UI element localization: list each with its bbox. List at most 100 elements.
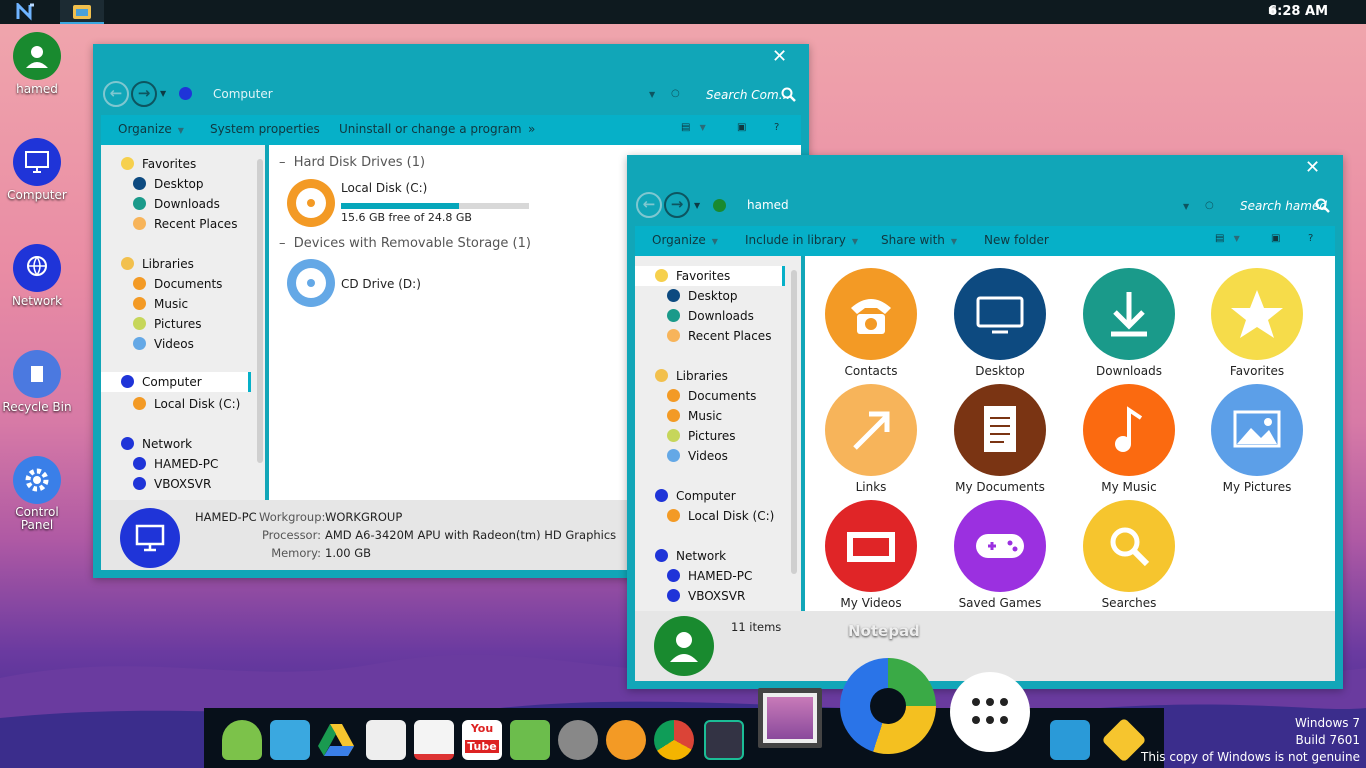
play-store-icon[interactable] (366, 720, 406, 760)
nav-videos[interactable]: Videos (667, 449, 728, 463)
drive-icon[interactable] (316, 720, 356, 760)
nav-libraries[interactable]: Libraries (121, 257, 194, 271)
folder-my-videos[interactable]: My Videos (811, 500, 931, 610)
nav-computer[interactable]: Computer (121, 375, 202, 389)
view-options-icon[interactable]: ▤ ▼ (681, 122, 706, 133)
preview-pane-icon[interactable]: ▣ (737, 122, 746, 133)
gmail-icon[interactable] (414, 720, 454, 760)
organize-menu[interactable]: Organize ▼ (652, 233, 718, 247)
youtube-icon[interactable]: You Tube (462, 720, 502, 760)
include-in-library-menu[interactable]: Include in library ▼ (745, 233, 858, 247)
nav-libraries[interactable]: Libraries (655, 369, 728, 383)
search-input[interactable]: Search Com... (706, 88, 790, 102)
nav-network[interactable]: Network (655, 549, 726, 563)
start-logo-icon[interactable] (16, 3, 36, 21)
drive-c-label[interactable]: Local Disk (C:) (341, 181, 427, 195)
help-icon[interactable]: ? (774, 122, 779, 133)
history-dropdown-icon[interactable]: ▼ (694, 201, 700, 210)
nav-vboxsvr[interactable]: VBOXSVR (133, 477, 211, 491)
quicknote-icon[interactable] (840, 658, 936, 754)
chrome-icon[interactable] (654, 720, 694, 760)
desktop-icon-user[interactable]: hamed (0, 32, 77, 96)
nav-vboxsvr[interactable]: VBOXSVR (667, 589, 745, 603)
android-icon[interactable] (222, 720, 262, 760)
nav-recent-places[interactable]: Recent Places (667, 329, 771, 343)
folder-my-documents[interactable]: My Documents (940, 384, 1060, 494)
headphones-icon[interactable] (606, 720, 646, 760)
desktop-icon-control-panel[interactable]: Control Panel (0, 456, 77, 532)
folder-searches[interactable]: Searches (1069, 500, 1189, 610)
address-bar[interactable]: hamed (747, 198, 789, 212)
back-button[interactable]: ← (636, 192, 662, 218)
nav-downloads[interactable]: Downloads (667, 309, 754, 323)
history-dropdown-icon[interactable]: ▼ (160, 89, 166, 98)
taskbar-explorer-button[interactable] (60, 0, 104, 24)
nav-favorites[interactable]: Favorites (121, 157, 196, 171)
more-commands-icon[interactable]: » (528, 122, 535, 136)
nav-pictures[interactable]: Pictures (133, 317, 202, 331)
nav-videos[interactable]: Videos (133, 337, 194, 351)
nav-hamed-pc[interactable]: HAMED-PC (667, 569, 752, 583)
address-dropdown-icon[interactable]: ▼ (1183, 202, 1189, 211)
nav-recent-places[interactable]: Recent Places (133, 217, 237, 231)
refresh-icon[interactable]: ○ (1205, 200, 1214, 211)
nav-downloads[interactable]: Downloads (133, 197, 220, 211)
folder-downloads[interactable]: Downloads (1069, 268, 1189, 378)
files-icon[interactable] (270, 720, 310, 760)
folder-my-pictures[interactable]: My Pictures (1197, 384, 1317, 494)
desktop-icon-network[interactable]: Network (0, 244, 77, 308)
refresh-icon[interactable]: ○ (671, 88, 680, 99)
preview-pane-icon[interactable]: ▣ (1271, 233, 1280, 244)
forward-button[interactable]: → (131, 81, 157, 107)
folder-favorites[interactable]: Favorites (1197, 268, 1317, 378)
nav-local-disk[interactable]: Local Disk (C:) (667, 509, 774, 523)
close-icon[interactable]: ✕ (772, 46, 787, 67)
folder-desktop[interactable]: Desktop (940, 268, 1060, 378)
address-bar[interactable]: Computer (213, 87, 273, 101)
close-icon[interactable]: ✕ (1305, 157, 1320, 178)
weather-icon[interactable] (1101, 717, 1147, 763)
folder-my-music[interactable]: My Music (1069, 384, 1189, 494)
nav-documents[interactable]: Documents (133, 277, 222, 291)
group-header-removable[interactable]: – Devices with Removable Storage (1) (279, 236, 531, 251)
nav-network[interactable]: Network (121, 437, 192, 451)
system-properties-button[interactable]: System properties (210, 122, 320, 136)
scrollbar[interactable] (257, 159, 263, 463)
drive-d-label[interactable]: CD Drive (D:) (341, 277, 421, 291)
nav-desktop[interactable]: Desktop (667, 289, 738, 303)
uninstall-program-button[interactable]: Uninstall or change a program (339, 122, 522, 136)
help-icon[interactable]: ? (1308, 233, 1313, 244)
group-header-hdd[interactable]: – Hard Disk Drives (1) (279, 155, 425, 170)
nav-music[interactable]: Music (667, 409, 722, 423)
desktop-icon-recycle-bin[interactable]: Recycle Bin (0, 350, 77, 414)
nav-desktop[interactable]: Desktop (133, 177, 204, 191)
calculator-icon[interactable] (704, 720, 744, 760)
nav-computer[interactable]: Computer (655, 489, 736, 503)
nav-local-disk[interactable]: Local Disk (C:) (133, 397, 240, 411)
address-dropdown-icon[interactable]: ▼ (649, 90, 655, 99)
app-drawer-icon[interactable] (950, 672, 1030, 752)
photo-viewer-icon[interactable] (758, 688, 822, 748)
maps-icon[interactable] (510, 720, 550, 760)
search-icon[interactable] (1315, 198, 1331, 214)
view-options-icon[interactable]: ▤ ▼ (1215, 233, 1240, 244)
nav-hamed-pc[interactable]: HAMED-PC (133, 457, 218, 471)
desktop-icon-computer[interactable]: Computer (0, 138, 77, 202)
share-with-menu[interactable]: Share with ▼ (881, 233, 957, 247)
nav-favorites[interactable]: Favorites (655, 269, 730, 283)
scrollbar[interactable] (791, 270, 797, 574)
folder-contacts[interactable]: Contacts (811, 268, 931, 378)
nav-documents[interactable]: Documents (667, 389, 756, 403)
folder-saved-games[interactable]: Saved Games (940, 500, 1060, 610)
settings-gear-icon[interactable] (558, 720, 598, 760)
organize-menu[interactable]: Organize ▼ (118, 122, 184, 136)
folder-links[interactable]: Links (811, 384, 931, 494)
new-folder-button[interactable]: New folder (984, 233, 1049, 247)
search-input[interactable]: Search hamed (1240, 199, 1327, 213)
forward-button[interactable]: → (664, 192, 690, 218)
back-button[interactable]: ← (103, 81, 129, 107)
nav-pictures[interactable]: Pictures (667, 429, 736, 443)
nav-music[interactable]: Music (133, 297, 188, 311)
search-icon[interactable] (781, 87, 797, 103)
games-folder-icon[interactable] (1050, 720, 1090, 760)
